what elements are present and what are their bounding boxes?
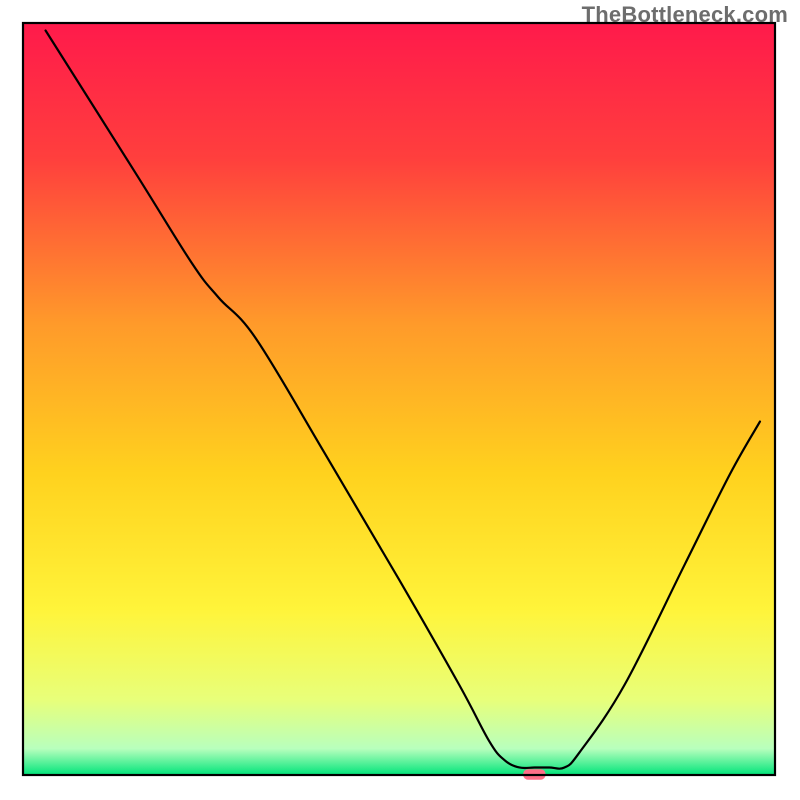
chart-stage: TheBottleneck.com (0, 0, 800, 800)
gradient-background (23, 23, 775, 775)
bottleneck-chart (0, 0, 800, 800)
